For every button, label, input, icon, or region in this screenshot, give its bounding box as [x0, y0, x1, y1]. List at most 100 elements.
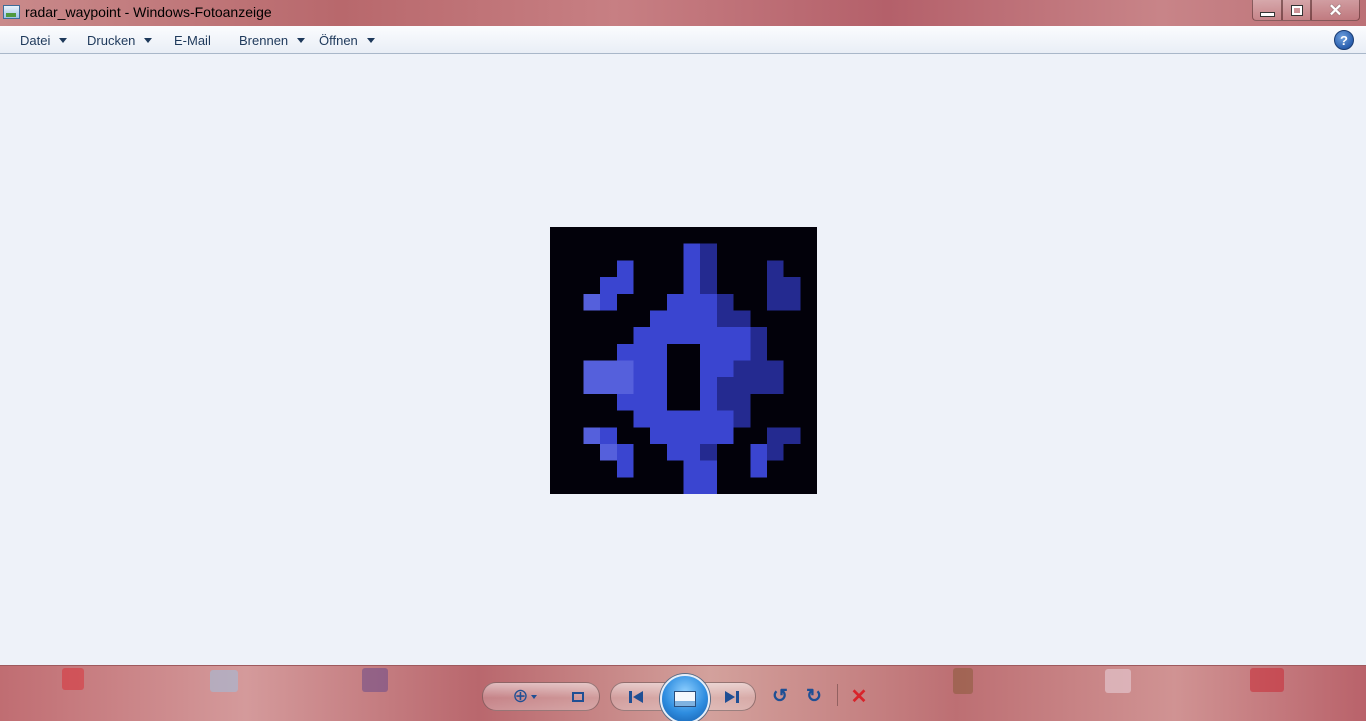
- image-pixel: [583, 377, 601, 394]
- minimize-icon: [1259, 12, 1275, 17]
- rotate-counterclockwise-icon: ↺: [772, 686, 788, 707]
- image-pixel: [650, 310, 667, 328]
- desktop-ghost: [953, 668, 973, 694]
- image-pixel: [700, 427, 717, 444]
- next-button[interactable]: [718, 682, 746, 711]
- image-pixel: [600, 277, 617, 294]
- image-pixel: [650, 393, 667, 411]
- image-pixel: [700, 310, 717, 328]
- image-pixel: [700, 343, 717, 361]
- image-pixel: [600, 293, 617, 311]
- image-pixel: [666, 427, 684, 444]
- delete-button[interactable]: ✕: [847, 682, 871, 711]
- image-pixel: [733, 377, 751, 394]
- menu-brennen-label: Brennen: [239, 33, 289, 48]
- image-pixel: [616, 260, 634, 278]
- image-pixel: [766, 427, 784, 444]
- delete-icon: ✕: [850, 686, 868, 708]
- menu-oeffnen[interactable]: Öffnen: [319, 33, 375, 48]
- image-pixel: [700, 477, 717, 494]
- image-pixel: [600, 443, 617, 461]
- restore-icon: [1290, 4, 1303, 16]
- image-pixel: [650, 327, 667, 344]
- image-pixel: [650, 360, 667, 378]
- close-button[interactable]: ✕: [1311, 0, 1360, 21]
- caption-buttons: ✕: [1252, 0, 1360, 21]
- image-pixel: [600, 360, 617, 378]
- image-pixel: [700, 377, 717, 394]
- image-pixel: [616, 343, 634, 361]
- window-title: radar_waypoint - Windows-Fotoanzeige: [25, 4, 272, 20]
- image-pixel: [700, 460, 717, 478]
- chevron-down-icon: [366, 38, 375, 43]
- image-pixel: [616, 377, 634, 394]
- radar-waypoint-image: [583, 243, 801, 494]
- slideshow-icon: [674, 691, 696, 707]
- toolbar-separator: [837, 684, 838, 706]
- actual-size-button[interactable]: [566, 682, 590, 711]
- image-pixel: [733, 360, 751, 378]
- image-pixel: [750, 443, 767, 461]
- previous-button[interactable]: [622, 682, 650, 711]
- image-pixel: [766, 377, 784, 394]
- help-button[interactable]: ?: [1334, 30, 1354, 50]
- menu-brennen[interactable]: Brennen: [239, 33, 306, 48]
- image-pixel: [666, 310, 684, 328]
- maximize-button[interactable]: [1282, 0, 1311, 21]
- image-pixel: [633, 343, 651, 361]
- menu-email[interactable]: E-Mail: [174, 33, 211, 48]
- title-bar[interactable]: radar_waypoint - Windows-Fotoanzeige ✕: [0, 0, 1366, 26]
- image-pixel: [616, 460, 634, 478]
- image-pixel: [683, 277, 701, 294]
- image-pixel: [750, 377, 767, 394]
- image-pixel: [733, 410, 751, 428]
- image-pixel: [650, 377, 667, 394]
- image-pixel: [700, 410, 717, 428]
- image-pixel: [616, 393, 634, 411]
- zoom-button[interactable]: ⊕: [508, 682, 542, 711]
- displayed-image[interactable]: [550, 227, 817, 494]
- image-pixel: [783, 293, 801, 311]
- menu-bar: Datei Drucken E-Mail Brennen Öffnen ?: [0, 26, 1366, 54]
- rotate-right-button[interactable]: ↻: [802, 682, 826, 711]
- close-icon: ✕: [1328, 0, 1343, 20]
- minimize-button[interactable]: [1252, 0, 1282, 21]
- image-pixel: [666, 410, 684, 428]
- desktop-ghost: [362, 668, 388, 692]
- menu-email-label: E-Mail: [174, 33, 211, 48]
- image-pixel: [716, 393, 734, 411]
- image-pixel: [716, 293, 734, 311]
- zoom-icon: ⊕: [512, 686, 529, 707]
- image-pixel: [683, 327, 701, 344]
- image-pixel: [650, 410, 667, 428]
- rotate-left-button[interactable]: ↺: [768, 682, 792, 711]
- image-pixel: [716, 343, 734, 361]
- chevron-down-icon: [59, 38, 68, 43]
- image-pixel: [733, 327, 751, 344]
- image-pixel: [633, 393, 651, 411]
- menu-drucken[interactable]: Drucken: [87, 33, 153, 48]
- image-pixel: [750, 343, 767, 361]
- image-pixel: [616, 443, 634, 461]
- image-pixel: [716, 327, 734, 344]
- image-pixel: [700, 393, 717, 411]
- photo-viewer-icon: [3, 5, 20, 19]
- menu-oeffnen-label: Öffnen: [319, 33, 358, 48]
- slideshow-button[interactable]: [660, 674, 710, 721]
- image-pixel: [683, 443, 701, 461]
- chevron-down-icon: [144, 38, 153, 43]
- image-pixel: [666, 443, 684, 461]
- image-pixel: [766, 443, 784, 461]
- image-pixel: [583, 360, 601, 378]
- image-view-area[interactable]: [0, 54, 1366, 665]
- help-icon: ?: [1340, 32, 1348, 48]
- image-pixel: [750, 360, 767, 378]
- image-pixel: [683, 427, 701, 444]
- menu-datei[interactable]: Datei: [20, 33, 68, 48]
- image-pixel: [766, 293, 784, 311]
- desktop-ghost: [1105, 669, 1131, 693]
- image-pixel: [700, 443, 717, 461]
- image-pixel: [683, 460, 701, 478]
- image-pixel: [716, 427, 734, 444]
- image-pixel: [750, 460, 767, 478]
